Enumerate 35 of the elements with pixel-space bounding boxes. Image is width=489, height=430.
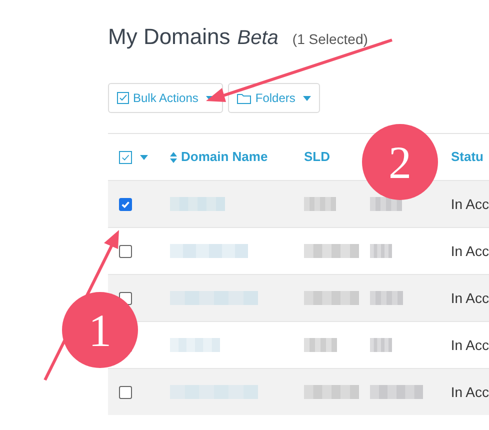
blurred-text-drawing xyxy=(304,291,359,305)
status-cell-text: In Acc xyxy=(450,382,489,402)
blurred-text-drawing xyxy=(370,338,392,352)
annotation-marker: 2 xyxy=(362,124,438,200)
column-header[interactable]: Domain Name xyxy=(181,147,268,167)
beta-label: Beta xyxy=(237,26,278,51)
blurred-text-drawing xyxy=(304,244,359,258)
blurred-text-drawing xyxy=(304,197,336,211)
folder-icon xyxy=(237,92,252,104)
blurred-text-drawing xyxy=(370,197,402,211)
caret-icon xyxy=(140,154,148,160)
column-header[interactable]: Statu xyxy=(451,147,484,167)
row-checkbox[interactable] xyxy=(119,244,132,258)
blurred-text-drawing xyxy=(370,244,392,258)
caret-icon xyxy=(303,96,312,100)
selection-count: (1 Selected) xyxy=(292,30,368,49)
status-cell-text: In Acc xyxy=(450,242,489,260)
blurred-text-drawing xyxy=(170,338,220,352)
annotation-marker: 1 xyxy=(62,292,138,368)
checkbox-icon xyxy=(117,92,129,104)
blurred-text-drawing xyxy=(170,197,225,211)
blurred-text-drawing xyxy=(370,291,403,305)
toolbar-dropdown[interactable]: Folders xyxy=(228,83,320,113)
row-checkbox[interactable] xyxy=(119,386,132,398)
page-title: My Domains xyxy=(108,23,230,51)
check-icon xyxy=(121,152,130,162)
blurred-text-drawing xyxy=(304,338,337,352)
blurred-text-drawing xyxy=(370,385,423,399)
select-all-checkbox[interactable] xyxy=(119,150,132,164)
blurred-text-drawing xyxy=(304,385,359,399)
status-cell-text: In Acc xyxy=(450,194,489,214)
row-checkbox[interactable] xyxy=(119,198,132,210)
column-header[interactable]: SLD xyxy=(304,147,330,167)
status-cell-text: In Acc xyxy=(450,288,489,308)
status-cell-text: In Acc xyxy=(450,336,489,354)
